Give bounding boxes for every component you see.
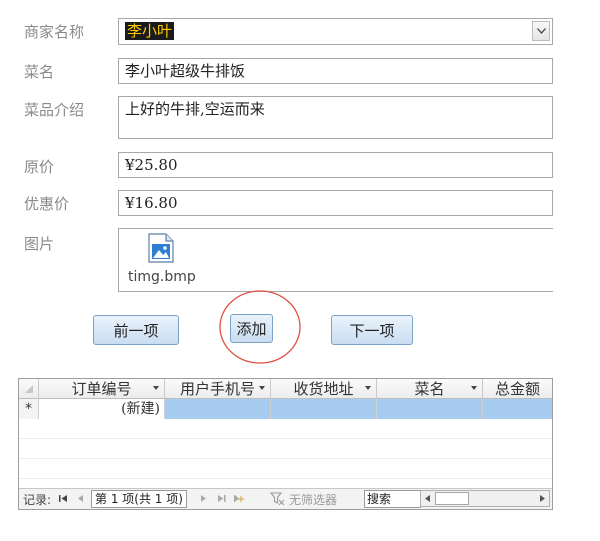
scroll-right-icon[interactable]	[539, 494, 546, 503]
intro-field[interactable]: 上好的牛排,空运而来	[118, 96, 553, 139]
dropdown-arrow-icon[interactable]	[153, 386, 159, 390]
column-header-label: 用户手机号	[179, 380, 255, 398]
new-row-dish-cell[interactable]	[377, 399, 483, 419]
record-label: 记录:	[23, 493, 52, 507]
dropdown-arrow-icon[interactable]	[365, 386, 371, 390]
combobox-dropdown-button[interactable]	[532, 21, 550, 41]
next-record-button[interactable]: 下一项	[331, 315, 413, 345]
intro-label: 菜品介绍	[24, 101, 85, 119]
image-file-icon	[148, 233, 174, 263]
column-header-label: 订单编号	[71, 380, 132, 398]
filter-icon[interactable]	[270, 492, 285, 505]
column-header-order-id[interactable]: 订单编号	[39, 379, 165, 399]
search-box[interactable]: 搜索	[364, 490, 421, 508]
empty-row	[19, 459, 552, 479]
column-header-total[interactable]: 总金额	[483, 379, 552, 399]
dropdown-arrow-icon[interactable]	[471, 386, 477, 390]
new-row-selector[interactable]: *	[19, 399, 39, 419]
image-attachment-box[interactable]: timg.bmp	[118, 228, 553, 292]
next-record-icon[interactable]	[200, 494, 207, 503]
new-row-phone-cell[interactable]	[165, 399, 271, 419]
image-label: 图片	[24, 235, 55, 253]
discount-label: 优惠价	[24, 195, 70, 213]
column-header-label: 菜名	[414, 380, 445, 398]
record-position-input[interactable]: 第 1 项(共 1 项)	[91, 490, 187, 508]
merchant-combobox[interactable]: 李小叶	[118, 18, 553, 45]
previous-record-icon[interactable]	[77, 494, 84, 503]
column-header-address[interactable]: 收货地址	[271, 379, 377, 399]
new-row-address-cell[interactable]	[271, 399, 377, 419]
empty-row	[19, 439, 552, 459]
dish-name-field[interactable]: 李小叶超级牛排饭	[118, 58, 553, 84]
corner-triangle-icon	[24, 384, 33, 393]
select-all-corner[interactable]	[19, 379, 39, 399]
first-record-icon[interactable]	[59, 494, 68, 503]
filter-status[interactable]: 无筛选器	[289, 491, 337, 508]
dropdown-arrow-icon[interactable]	[259, 386, 265, 390]
record-navigation-bar: 记录: 第 1 项(共 1 项) 无筛选器 搜索	[19, 488, 552, 509]
column-header-user-phone[interactable]: 用户手机号	[165, 379, 271, 399]
column-header-label: 总金额	[494, 380, 540, 398]
column-header-dish[interactable]: 菜名	[377, 379, 483, 399]
discount-price-field[interactable]: ¥16.80	[118, 190, 553, 216]
annotation-circle	[219, 290, 301, 364]
horizontal-scrollbar[interactable]	[420, 490, 550, 507]
price-field[interactable]: ¥25.80	[118, 152, 553, 178]
image-file-name: timg.bmp	[128, 269, 196, 285]
column-header-label: 收货地址	[293, 380, 354, 398]
orders-datasheet[interactable]: 订单编号 用户手机号 收货地址 菜名 总金额 * (新建) 记录: 第 1 项(…	[18, 378, 553, 510]
merchant-label: 商家名称	[24, 23, 85, 41]
new-record-icon[interactable]	[233, 493, 245, 504]
previous-record-button[interactable]: 前一项	[93, 315, 179, 345]
empty-row	[19, 419, 552, 439]
scroll-thumb[interactable]	[435, 492, 469, 505]
price-label: 原价	[24, 158, 55, 176]
dish-label: 菜名	[24, 63, 55, 81]
new-row-total-cell[interactable]	[483, 399, 552, 419]
chevron-down-icon	[536, 28, 546, 34]
scroll-left-icon[interactable]	[424, 494, 431, 503]
new-row-order-id-cell[interactable]: (新建)	[39, 399, 165, 419]
merchant-value: 李小叶	[125, 22, 175, 40]
last-record-icon[interactable]	[217, 494, 226, 503]
